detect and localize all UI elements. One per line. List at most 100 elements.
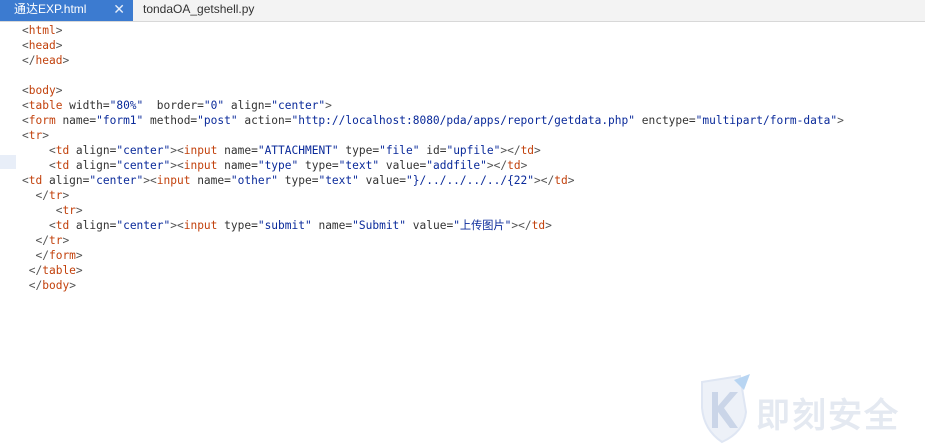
code-token: ></	[486, 159, 508, 172]
code-token: border=	[143, 99, 204, 112]
code-token: "0"	[203, 99, 225, 112]
code-token: enctype=	[635, 114, 696, 127]
code-token: <	[22, 84, 29, 97]
code-token: tr	[48, 189, 63, 202]
code-token: type=	[338, 144, 380, 157]
code-token: head	[35, 54, 63, 67]
code-token: "multipart/form-data"	[695, 114, 838, 127]
code-token: id=	[419, 144, 447, 157]
code-token: ></	[500, 144, 521, 157]
code-token: ><	[170, 219, 184, 232]
code-line: <body>	[22, 83, 844, 98]
code-token: </	[28, 264, 43, 277]
code-token: td	[28, 174, 43, 187]
code-token: tr	[48, 234, 63, 247]
code-token: value=	[406, 219, 454, 232]
code-editor: 通达EXP.html ✕ tondaOA_getshell.py <html> <…	[0, 0, 925, 445]
code-line: <form name="form1" method="post" action=…	[22, 113, 844, 128]
code-token: >	[534, 144, 541, 157]
watermark: 即刻安全	[694, 372, 925, 445]
code-token: >	[55, 84, 63, 97]
code-line: <tr>	[22, 203, 844, 218]
code-token: type=	[298, 159, 339, 172]
code-token: </	[22, 54, 36, 67]
code-area[interactable]: <html> <head> </head> <body> <table width="…	[22, 23, 844, 293]
code-token: <	[22, 114, 29, 127]
code-line: <table width="80%" border="0" align="cen…	[22, 98, 844, 113]
tab-label: 通达EXP.html	[14, 2, 87, 16]
code-token: type=	[217, 219, 258, 232]
code-token: form	[28, 114, 56, 127]
code-token: action=	[237, 114, 292, 127]
code-token: "file"	[379, 144, 420, 157]
code-token: align=	[224, 99, 272, 112]
code-line: </tr>	[22, 233, 844, 248]
code-token: align=	[69, 144, 117, 157]
code-token: td	[554, 174, 568, 187]
code-token: name=	[55, 114, 97, 127]
code-token: </	[35, 234, 49, 247]
code-token: "other"	[230, 174, 279, 187]
code-token: td	[520, 144, 535, 157]
code-token: >	[75, 264, 83, 277]
code-token: "center"	[116, 159, 171, 172]
code-token: input	[156, 174, 191, 187]
code-token: "text"	[318, 174, 359, 187]
code-token: name=	[217, 159, 258, 172]
code-token: >	[75, 249, 83, 262]
code-token: >	[75, 204, 83, 217]
code-token: <	[22, 99, 29, 112]
tab-exp-html[interactable]: 通达EXP.html ✕	[0, 0, 133, 21]
code-token: "80%"	[109, 99, 144, 112]
code-line: </body>	[22, 278, 844, 293]
code-token: input	[183, 144, 218, 157]
code-token: "center"	[271, 99, 326, 112]
code-token: >	[42, 129, 49, 142]
close-icon[interactable]: ✕	[113, 0, 125, 19]
code-token: body	[28, 84, 56, 97]
code-token: "上传图片"	[453, 219, 512, 232]
code-token: "center"	[116, 144, 171, 157]
code-token: >	[545, 219, 552, 232]
code-token: html	[28, 24, 56, 37]
code-token: tr	[62, 204, 76, 217]
code-token: <	[22, 24, 29, 37]
code-token: <	[48, 159, 56, 172]
code-token: "form1"	[96, 114, 144, 127]
editor-gutter	[0, 22, 16, 445]
code-token: td	[55, 219, 70, 232]
code-token: >	[62, 234, 70, 247]
code-token: >	[69, 279, 76, 292]
code-token: ></	[511, 219, 532, 232]
code-token: >	[62, 189, 70, 202]
code-token: "post"	[197, 114, 238, 127]
code-token: </	[35, 249, 49, 262]
code-token: >	[567, 174, 575, 187]
code-line: </table>	[22, 263, 844, 278]
current-line-marker	[0, 155, 16, 169]
code-token: value=	[379, 159, 427, 172]
code-token: "ATTACHMENT"	[257, 144, 339, 157]
code-token: <	[22, 129, 29, 142]
code-line: <td align="center"><input type="submit" …	[22, 218, 844, 233]
code-token: >	[55, 39, 63, 52]
code-token: ><	[170, 159, 184, 172]
code-token: table	[28, 99, 63, 112]
code-token: width=	[62, 99, 110, 112]
code-line: <td align="center"><input name="ATTACHME…	[22, 143, 844, 158]
tab-getshell-py[interactable]: tondaOA_getshell.py	[133, 0, 283, 21]
code-token: align=	[42, 174, 90, 187]
code-token: name=	[190, 174, 231, 187]
code-line: <td align="center"><input name="other" t…	[22, 173, 844, 188]
code-token: type=	[278, 174, 319, 187]
code-token: align=	[69, 159, 117, 172]
code-token: "Submit"	[352, 219, 407, 232]
code-token: "upfile"	[446, 144, 501, 157]
code-token: name=	[217, 144, 258, 157]
code-token: input	[183, 159, 218, 172]
